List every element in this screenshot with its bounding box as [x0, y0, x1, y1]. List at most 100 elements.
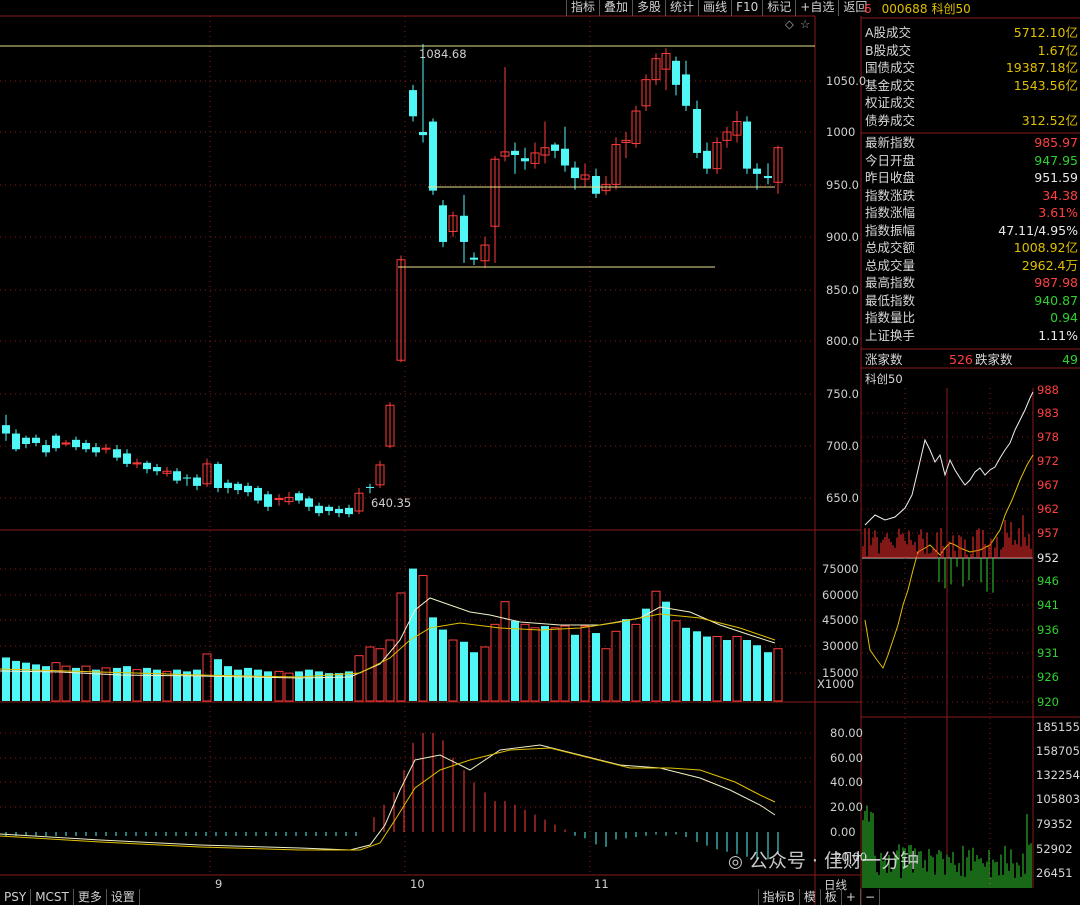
- candle-down: [511, 150, 519, 156]
- candle-down: [32, 437, 40, 443]
- decliners-label: 跌家数: [975, 352, 1013, 367]
- advancers-label: 涨家数: [865, 352, 903, 367]
- index-stat-row: 最新指数 985.97: [863, 134, 1080, 152]
- index-stat-label: 最新指数: [865, 135, 916, 150]
- volume-bar-down: [703, 636, 711, 701]
- price-axis-label: 750.0: [826, 387, 859, 401]
- market-row: 权证成交: [863, 94, 1080, 112]
- plus-icon[interactable]: +: [842, 888, 861, 905]
- index-stat-label: 指数振幅: [865, 222, 916, 238]
- toolbar-mark-button[interactable]: 标记: [762, 0, 795, 16]
- candle-down: [551, 144, 559, 151]
- volume-bar-up: [480, 646, 490, 702]
- toolbar-drawline-button[interactable]: 画线: [698, 0, 731, 16]
- candle-down: [571, 167, 579, 179]
- volume-bar-down: [305, 669, 313, 701]
- index-stats-panel: 最新指数 985.97 今日开盘 947.95 昨日收盘 951.59 指数涨跌 34.38 指…: [863, 134, 1080, 344]
- index-stat-value: 34.38: [1042, 187, 1078, 203]
- minus-icon[interactable]: −: [861, 888, 880, 905]
- volume-axis-label: 60000: [822, 588, 859, 602]
- candle-down: [703, 150, 711, 169]
- index-stat-row: 指数振幅 47.11/4.95%: [863, 222, 1080, 240]
- candle-down: [470, 257, 478, 260]
- mini-axis-label: 926: [1037, 670, 1059, 684]
- candle-down: [682, 74, 690, 106]
- tab-more[interactable]: 更多: [74, 888, 107, 905]
- candle-down: [345, 507, 353, 515]
- breadth-row: 涨家数 526 跌家数 49: [863, 351, 1080, 368]
- candle-down: [366, 486, 374, 488]
- volume-bar-down: [541, 626, 549, 701]
- volume-ma-line: [0, 613, 776, 678]
- index-stat-value: 940.87: [1034, 292, 1078, 308]
- candle-down: [592, 175, 600, 194]
- volume-bar-up: [611, 630, 621, 702]
- indicator-b-button[interactable]: 指标B: [757, 888, 800, 905]
- volume-bar-up: [500, 601, 510, 702]
- mini-price-line: [864, 391, 1034, 526]
- candle-down: [183, 477, 191, 479]
- template-button[interactable]: 模: [800, 888, 821, 905]
- mini-axis-label: 952: [1037, 551, 1059, 565]
- volume-bar-up: [520, 623, 530, 702]
- market-label: A股成交: [865, 25, 912, 40]
- market-row: B股成交 1.67亿: [863, 42, 1080, 60]
- candle-down: [224, 482, 232, 488]
- toolbar-statistics-button[interactable]: 统计: [665, 0, 698, 16]
- candle-down: [419, 132, 427, 136]
- volume-unit-label: X1000: [817, 677, 855, 691]
- volume-bar-up: [375, 648, 385, 702]
- volume-bar-up: [132, 669, 142, 702]
- volume-bar-down: [22, 662, 30, 701]
- tab-settings[interactable]: 设置: [107, 888, 140, 905]
- volume-bar-down: [511, 620, 519, 701]
- mini-axis-label: 988: [1037, 383, 1059, 397]
- tab-psy[interactable]: PSY: [0, 888, 32, 905]
- volume-bar-down: [622, 619, 630, 701]
- toolbar-add-watchlist-button[interactable]: +自选: [795, 0, 838, 16]
- market-row: 国债成交 19387.18亿: [863, 59, 1080, 77]
- candle-down: [72, 439, 80, 448]
- watermark-text: 公众号 · 佳财一分钟: [748, 850, 920, 872]
- candle-down: [214, 463, 222, 488]
- candle-down: [12, 433, 20, 450]
- volume-bar-down: [254, 669, 262, 701]
- volume-bar-up: [365, 646, 375, 702]
- index-stat-row: 指数涨幅 3.61%: [863, 204, 1080, 222]
- volume-bar-up: [712, 636, 722, 702]
- volume-axis-label: 30000: [822, 639, 859, 653]
- mini-volume-axis-label: 52902: [1036, 842, 1073, 856]
- market-turnover-panel: A股成交 5712.10亿 B股成交 1.67亿 国债成交 19387.18亿 基金成…: [863, 24, 1080, 129]
- price-axis-label: 650.0: [826, 491, 859, 505]
- header-code: 000688: [881, 2, 928, 16]
- volume-bar-down: [662, 601, 670, 701]
- mini-volume-axis-label: 105803: [1036, 792, 1080, 806]
- volume-bar-down: [693, 631, 701, 701]
- index-stat-value: 47.11/4.95%: [998, 222, 1078, 238]
- star-icon[interactable]: ☆: [800, 17, 810, 31]
- candle-down: [153, 467, 161, 472]
- toolbar-indicator-button[interactable]: 指标: [566, 0, 599, 16]
- toolbar-multi-stock-button[interactable]: 多股: [632, 0, 665, 16]
- index-stat-value: 947.95: [1034, 152, 1078, 168]
- mini-axis-label: 978: [1037, 430, 1059, 444]
- volume-bar-up: [773, 648, 783, 702]
- index-stat-row: 最低指数 940.87: [863, 292, 1080, 310]
- volume-bar-down: [153, 669, 161, 701]
- board-button[interactable]: 板: [821, 888, 842, 905]
- oscillator-axis-label: 80.00: [830, 726, 863, 740]
- index-stat-label: 指数涨跌: [865, 187, 916, 203]
- candle-down: [123, 453, 131, 464]
- index-stat-value: 1.11%: [1038, 327, 1078, 343]
- toolbar-overlay-button[interactable]: 叠加: [599, 0, 632, 16]
- candle-down: [234, 483, 242, 491]
- index-stat-label: 今日开盘: [865, 152, 916, 168]
- candle-down: [305, 498, 313, 507]
- tab-mcst[interactable]: MCST: [31, 888, 74, 905]
- bottom-bar: PSY MCST 更多 设置 指标B 模 板 + −: [0, 888, 1080, 905]
- diamond-icon[interactable]: ◇: [785, 17, 794, 31]
- volume-bar-up: [631, 623, 641, 702]
- high-price-label: 1084.68: [419, 47, 467, 61]
- candle-down: [193, 477, 201, 486]
- toolbar-f10-button[interactable]: F10: [731, 0, 762, 16]
